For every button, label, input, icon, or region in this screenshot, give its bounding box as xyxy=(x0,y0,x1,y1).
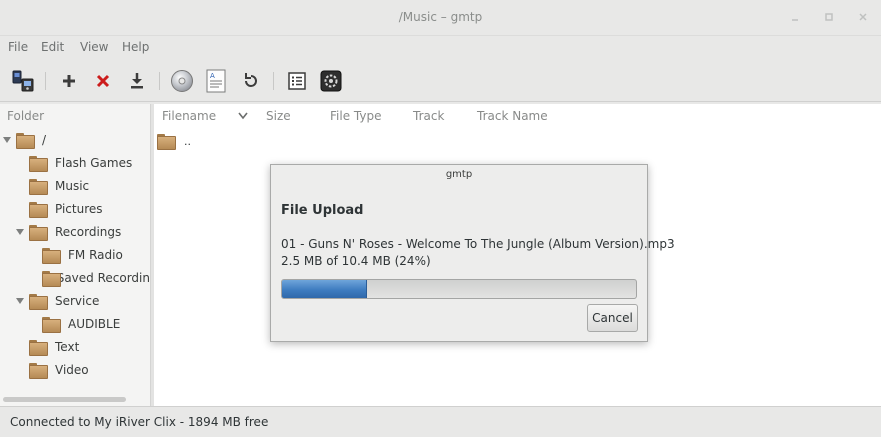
window-title: /Music – gmtp xyxy=(398,10,483,24)
menu-view[interactable]: View xyxy=(80,40,108,54)
tree-item-video[interactable]: Video xyxy=(29,360,89,380)
tree-item-saved-recordings[interactable]: Saved Recordin xyxy=(42,268,150,288)
close-icon[interactable] xyxy=(856,11,870,25)
upload-filename: 01 - Guns N' Roses - Welcome To The Jung… xyxy=(281,237,675,251)
menu-edit[interactable]: Edit xyxy=(41,40,64,54)
expander-icon[interactable] xyxy=(16,298,24,304)
menu-bar: File Edit View Help xyxy=(0,36,881,58)
toolbar: A xyxy=(0,60,881,102)
maximize-icon[interactable] xyxy=(822,11,836,25)
column-filename[interactable]: Filename xyxy=(162,109,216,123)
folder-icon xyxy=(29,340,48,356)
add-icon[interactable] xyxy=(56,68,82,94)
folder-column-header[interactable]: Folder xyxy=(7,109,44,123)
tree-item-music[interactable]: Music xyxy=(29,176,89,196)
tree-item-flash-games[interactable]: Flash Games xyxy=(29,153,132,173)
tree-item-service[interactable]: Service xyxy=(29,291,99,311)
folder-icon xyxy=(29,156,48,172)
status-bar: Connected to My iRiver Clix - 1894 MB fr… xyxy=(0,406,881,437)
toolbar-separator xyxy=(45,72,46,90)
title-bar: /Music – gmtp xyxy=(0,0,881,36)
list-view-icon[interactable] xyxy=(284,68,310,94)
menu-help[interactable]: Help xyxy=(122,40,149,54)
folder-icon xyxy=(29,179,48,195)
file-row-parent[interactable]: .. xyxy=(157,132,191,150)
folder-icon xyxy=(29,225,48,241)
toolbar-separator xyxy=(273,72,274,90)
tree-item-root[interactable]: / xyxy=(16,130,46,150)
tree-item-fm-radio[interactable]: FM Radio xyxy=(42,245,123,265)
status-text: Connected to My iRiver Clix - 1894 MB fr… xyxy=(10,415,269,429)
settings-icon[interactable] xyxy=(318,68,344,94)
svg-text:A: A xyxy=(210,72,215,80)
folder-icon xyxy=(42,271,61,287)
minimize-icon[interactable] xyxy=(788,11,802,25)
cancel-button[interactable]: Cancel xyxy=(587,304,638,332)
upload-size: 2.5 MB of 10.4 MB (24%) xyxy=(281,254,431,268)
expander-icon[interactable] xyxy=(16,229,24,235)
tree-item-audible[interactable]: AUDIBLE xyxy=(42,314,120,334)
folder-icon xyxy=(29,363,48,379)
playlist-icon[interactable]: A xyxy=(203,68,229,94)
tree-item-recordings[interactable]: Recordings xyxy=(29,222,121,242)
download-icon[interactable] xyxy=(124,68,150,94)
column-track[interactable]: Track xyxy=(413,109,444,123)
folder-icon xyxy=(16,133,35,149)
column-track-name[interactable]: Track Name xyxy=(477,109,548,123)
folder-icon xyxy=(29,202,48,218)
folder-tree: Folder / Flash Games Music Pictures Reco… xyxy=(0,104,150,406)
disc-icon[interactable] xyxy=(169,68,195,94)
folder-icon xyxy=(157,134,176,150)
menu-file[interactable]: File xyxy=(8,40,28,54)
device-properties-icon[interactable] xyxy=(10,68,36,94)
refresh-icon[interactable] xyxy=(238,68,264,94)
toolbar-separator xyxy=(159,72,160,90)
dialog-title: gmtp xyxy=(445,169,473,180)
sidebar-horizontal-scrollbar[interactable] xyxy=(3,397,126,402)
delete-icon[interactable] xyxy=(90,68,116,94)
column-file-type[interactable]: File Type xyxy=(330,109,381,123)
folder-icon xyxy=(42,248,61,264)
file-upload-dialog: gmtp File Upload 01 - Guns N' Roses - We… xyxy=(270,164,675,342)
tree-item-pictures[interactable]: Pictures xyxy=(29,199,103,219)
upload-progress-bar xyxy=(281,279,637,299)
tree-item-text[interactable]: Text xyxy=(29,337,79,357)
upload-progress-fill xyxy=(282,280,367,298)
sort-descending-icon[interactable] xyxy=(238,112,248,120)
folder-icon xyxy=(42,317,61,333)
folder-icon xyxy=(29,294,48,310)
expander-icon[interactable] xyxy=(3,137,11,143)
dialog-heading: File Upload xyxy=(281,203,364,218)
column-size[interactable]: Size xyxy=(266,109,291,123)
